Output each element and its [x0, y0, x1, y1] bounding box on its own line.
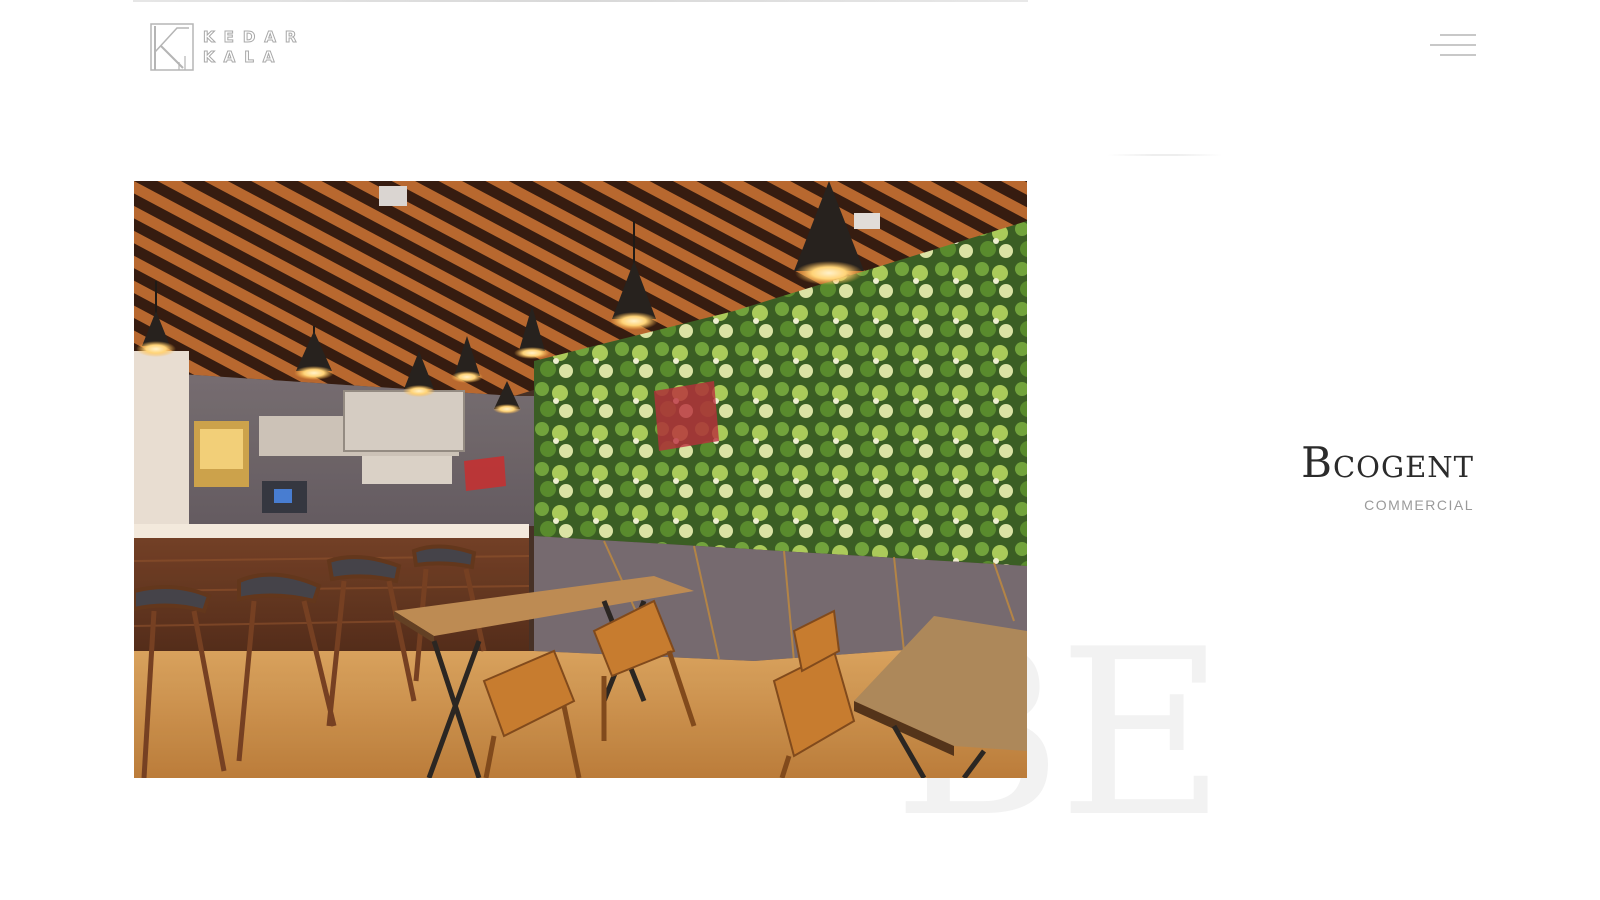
logo-line-2: KALA [202, 47, 284, 66]
hamburger-menu-icon[interactable] [1430, 32, 1476, 60]
hero-photo [134, 181, 1027, 778]
project-category: COMMERCIAL [1364, 497, 1474, 513]
logo-link[interactable]: KEDAR KALA [149, 20, 305, 74]
menu-line-top [1440, 34, 1476, 36]
project-title[interactable]: Bcogent [1301, 438, 1474, 487]
slide-progress-indicator [1108, 154, 1222, 156]
logo-k-mark-icon [150, 23, 194, 71]
top-divider [133, 0, 1028, 2]
logo-line-1: KEDAR [202, 27, 306, 46]
project-hero-image[interactable] [134, 181, 1027, 778]
menu-line-middle [1430, 44, 1476, 46]
logo-wordmark: KEDAR KALA [202, 27, 306, 66]
menu-line-bottom [1440, 54, 1476, 56]
page: KEDAR KALA BE Bcogent COMMERCIAL [0, 0, 1600, 900]
